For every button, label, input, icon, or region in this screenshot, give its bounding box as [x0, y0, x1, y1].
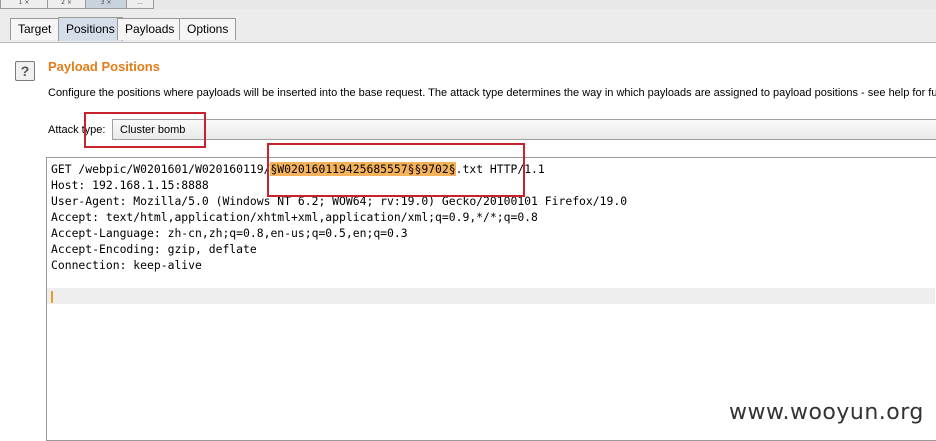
watermark: www.wooyun.org: [729, 400, 924, 425]
request-tab-1[interactable]: 1 ×: [0, 0, 48, 9]
tab-positions[interactable]: Positions: [58, 17, 123, 41]
header-accept: Accept: text/html,application/xhtml+xml,…: [51, 210, 538, 224]
header-user-agent: User-Agent: Mozilla/5.0 (Windows NT 6.2;…: [51, 194, 628, 208]
request-path-suffix: .txt HTTP/1.1: [455, 162, 545, 176]
request-tab-3[interactable]: 3 ×: [85, 0, 127, 9]
request-tab-more[interactable]: ...: [126, 0, 154, 9]
help-icon[interactable]: ?: [15, 61, 35, 81]
intruder-subtab-bar: Target Positions Payloads Options: [0, 9, 936, 43]
attack-type-select[interactable]: Cluster bomb: [112, 119, 936, 140]
header-accept-language: Accept-Language: zh-cn,zh;q=0.8,en-us;q=…: [51, 226, 408, 240]
current-line-highlight: [47, 288, 935, 304]
tab-payloads[interactable]: Payloads: [117, 18, 183, 40]
panel-description: Configure the positions where payloads w…: [48, 87, 936, 99]
request-line: GET /webpic/W0201601/W020160119/§W020160…: [51, 161, 545, 177]
page-title: Payload Positions: [48, 59, 160, 74]
header-host: Host: 192.168.1.15:8888: [51, 178, 209, 192]
request-path-prefix: GET /webpic/W0201601/W020160119/: [51, 162, 271, 176]
tab-options[interactable]: Options: [179, 18, 237, 40]
attack-type-label: Attack type:: [48, 124, 106, 136]
header-connection: Connection: keep-alive: [51, 258, 202, 272]
request-tab-2[interactable]: 2 ×: [47, 0, 86, 9]
request-editor[interactable]: GET /webpic/W0201601/W020160119/§W020160…: [46, 157, 936, 441]
payload-position-marker[interactable]: §W020160119425685557§§9702§: [270, 162, 456, 176]
payload-positions-panel: ? Payload Positions Configure the positi…: [0, 43, 936, 441]
tab-target[interactable]: Target: [10, 18, 60, 40]
header-accept-encoding: Accept-Encoding: gzip, deflate: [51, 242, 257, 256]
text-caret: [51, 291, 53, 303]
